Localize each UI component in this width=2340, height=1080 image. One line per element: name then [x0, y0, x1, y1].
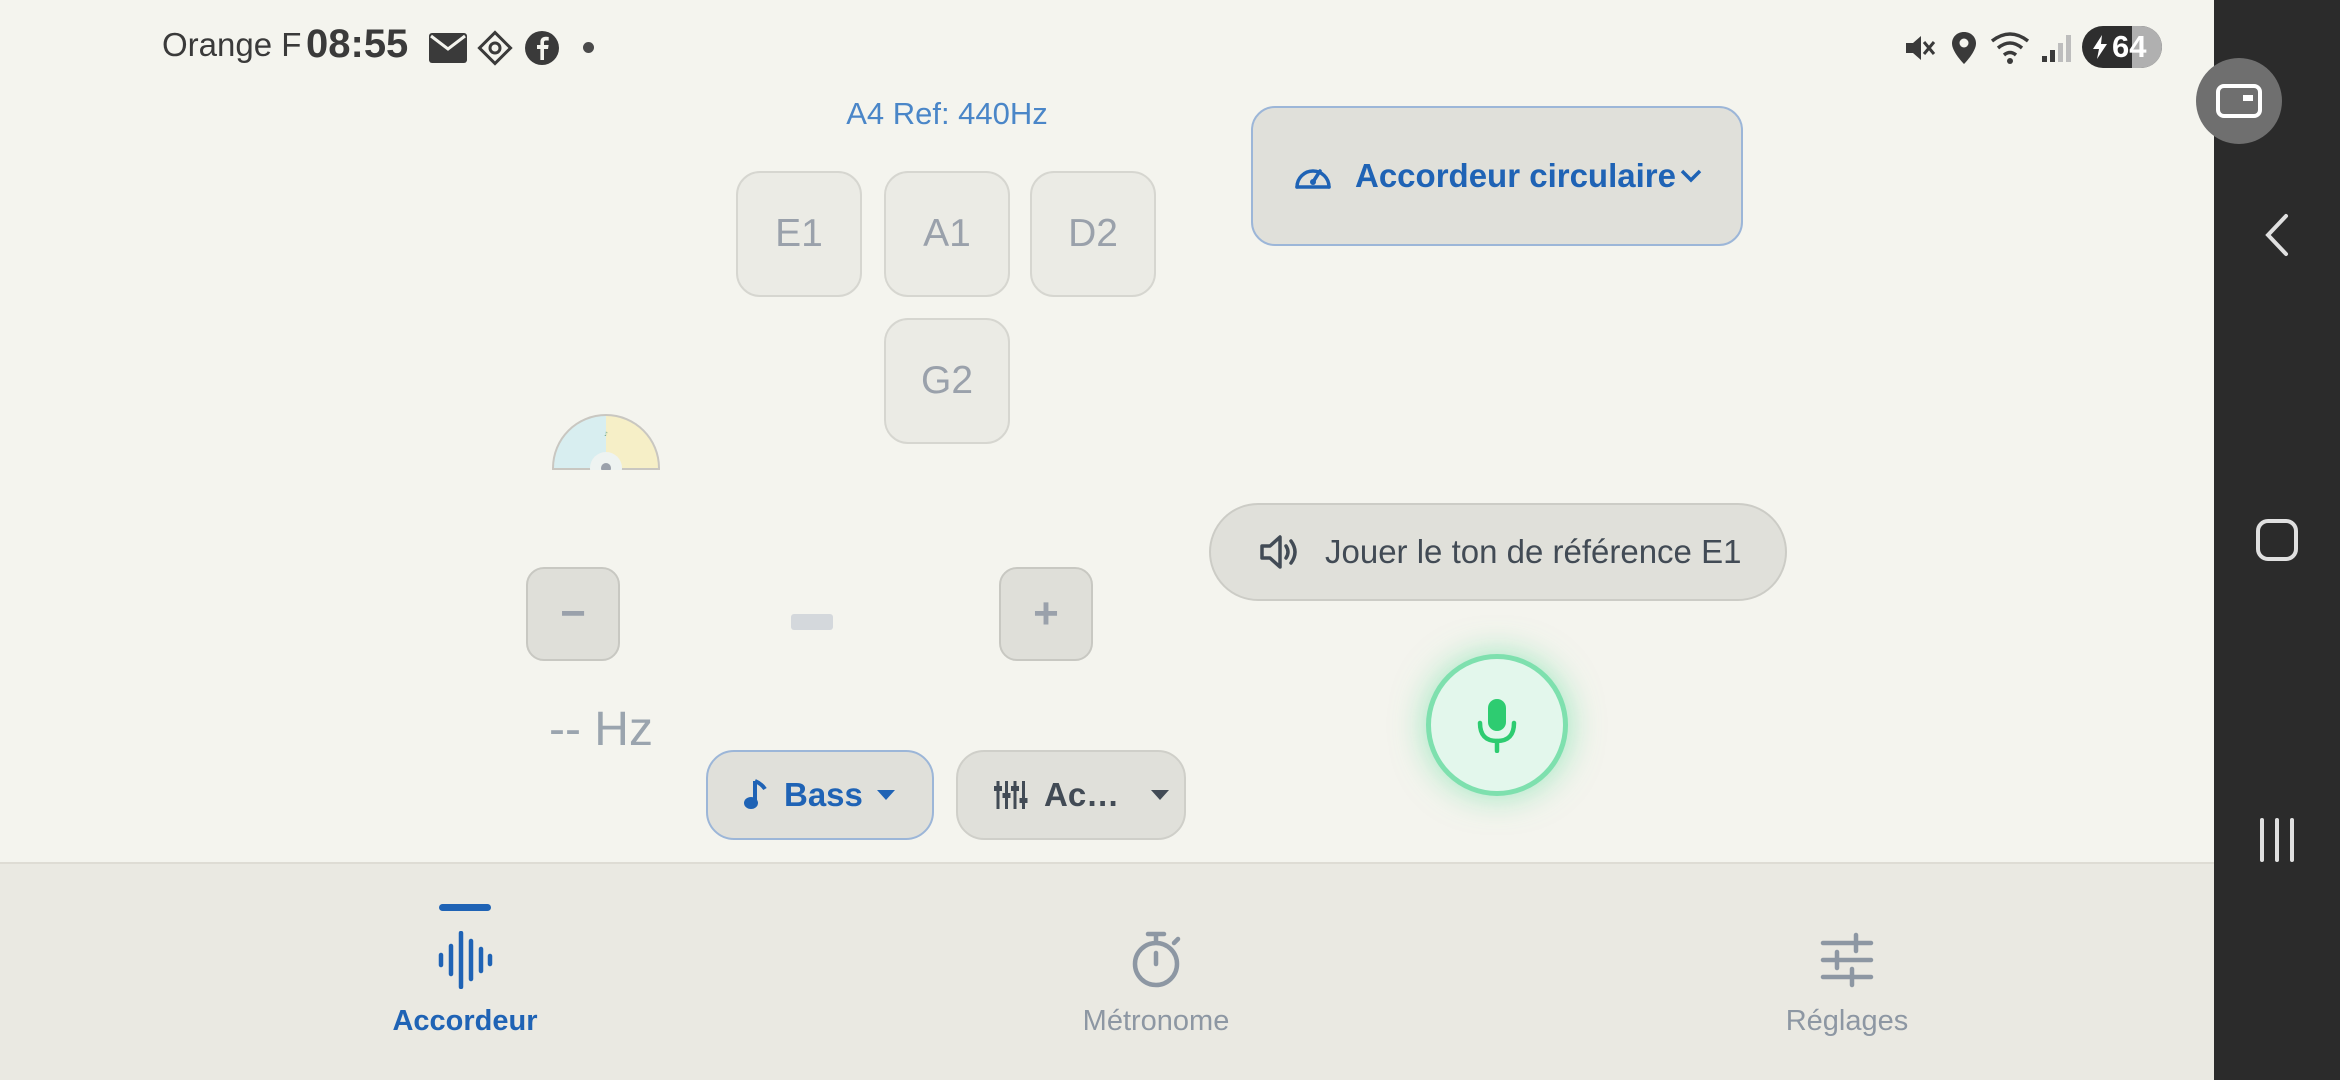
- active-tab-indicator: [439, 904, 491, 911]
- wifi-icon: [1990, 28, 2030, 68]
- instrument-label: Bass: [784, 776, 863, 813]
- charging-icon: [2093, 35, 2107, 59]
- waveform-icon: [438, 931, 493, 989]
- svg-text:♪: ♪: [604, 431, 608, 438]
- bottom-navigation: Accordeur Métronome Réglages: [0, 862, 2214, 1080]
- sync-icon: [475, 28, 515, 68]
- nav-label-reglages: Réglages: [1785, 1005, 1909, 1037]
- string-button-g2[interactable]: G2: [884, 318, 1010, 444]
- string-button-d2[interactable]: D2: [1030, 171, 1156, 297]
- floating-window-button[interactable]: [2196, 58, 2282, 144]
- stopwatch-icon: [1132, 931, 1181, 988]
- string-button-e1[interactable]: E1: [736, 171, 862, 297]
- play-reference-label: Jouer le ton de référence E1: [1325, 533, 1742, 570]
- window-icon: [2216, 84, 2262, 118]
- home-square-icon: [2256, 519, 2298, 561]
- speedometer-icon: [1295, 169, 1331, 189]
- tuner-mode-dropdown[interactable]: Accordeur circulaire: [1251, 106, 1743, 246]
- chevron-down-icon: [1680, 169, 1702, 183]
- system-navigation-bar: [2214, 0, 2340, 1080]
- battery-indicator: 64: [2082, 26, 2162, 68]
- play-reference-tone-button[interactable]: Jouer le ton de référence E1: [1209, 503, 1787, 601]
- instrument-dropdown[interactable]: Bass: [706, 750, 934, 840]
- music-note-icon: [744, 779, 767, 809]
- microphone-icon: [1477, 699, 1517, 753]
- caret-down-icon: [1151, 790, 1170, 800]
- carrier-name: Orange F: [162, 26, 302, 63]
- nav-label-metronome: Métronome: [1082, 1005, 1230, 1037]
- home-button[interactable]: [2214, 505, 2340, 575]
- tuning-label: Ac…: [1044, 776, 1120, 813]
- nav-item-reglages[interactable]: Réglages: [1697, 904, 1997, 1038]
- string-button-a1[interactable]: A1: [884, 171, 1010, 297]
- frequency-readout: -- Hz: [549, 703, 653, 756]
- recents-button[interactable]: [2214, 805, 2340, 875]
- status-bar: Orange F 08:55 64: [0, 0, 2214, 92]
- mail-icon: [428, 28, 468, 68]
- nav-label-accordeur: Accordeur: [392, 1005, 538, 1037]
- tuner-app: Orange F 08:55 64 A4 Ref: 440Hz E1 A1 D2…: [0, 0, 2214, 1080]
- mute-icon: [1900, 28, 1940, 68]
- tuning-pegs-icon: [994, 781, 1028, 809]
- decrease-button[interactable]: −: [526, 567, 620, 661]
- tuner-gauge: ♪: [550, 412, 662, 470]
- reference-pitch-label[interactable]: A4 Ref: 440Hz: [837, 96, 1057, 132]
- sliders-icon: [1820, 932, 1874, 988]
- nav-item-metronome[interactable]: Métronome: [1006, 904, 1306, 1038]
- status-clock: 08:55: [306, 22, 409, 66]
- location-icon: [1944, 28, 1984, 68]
- caret-down-icon: [876, 790, 895, 800]
- signal-icon: [2036, 28, 2076, 68]
- back-chevron-icon: [2265, 214, 2288, 256]
- increase-button[interactable]: +: [999, 567, 1093, 661]
- nav-item-accordeur[interactable]: Accordeur: [315, 904, 615, 1038]
- more-notifications-dot: [583, 42, 594, 53]
- tuner-mode-label: Accordeur circulaire: [1355, 157, 1676, 194]
- speaker-icon: [1260, 535, 1297, 569]
- facebook-icon: [522, 28, 562, 68]
- microphone-button[interactable]: [1426, 654, 1568, 796]
- battery-level: 64: [2112, 29, 2147, 64]
- cents-indicator: [791, 614, 833, 630]
- tuning-dropdown[interactable]: Ac…: [956, 750, 1186, 840]
- inactive-tab-indicator: [1821, 904, 1873, 911]
- recents-icon: [2260, 818, 2294, 862]
- inactive-tab-indicator: [1130, 904, 1182, 911]
- back-button[interactable]: [2214, 200, 2340, 270]
